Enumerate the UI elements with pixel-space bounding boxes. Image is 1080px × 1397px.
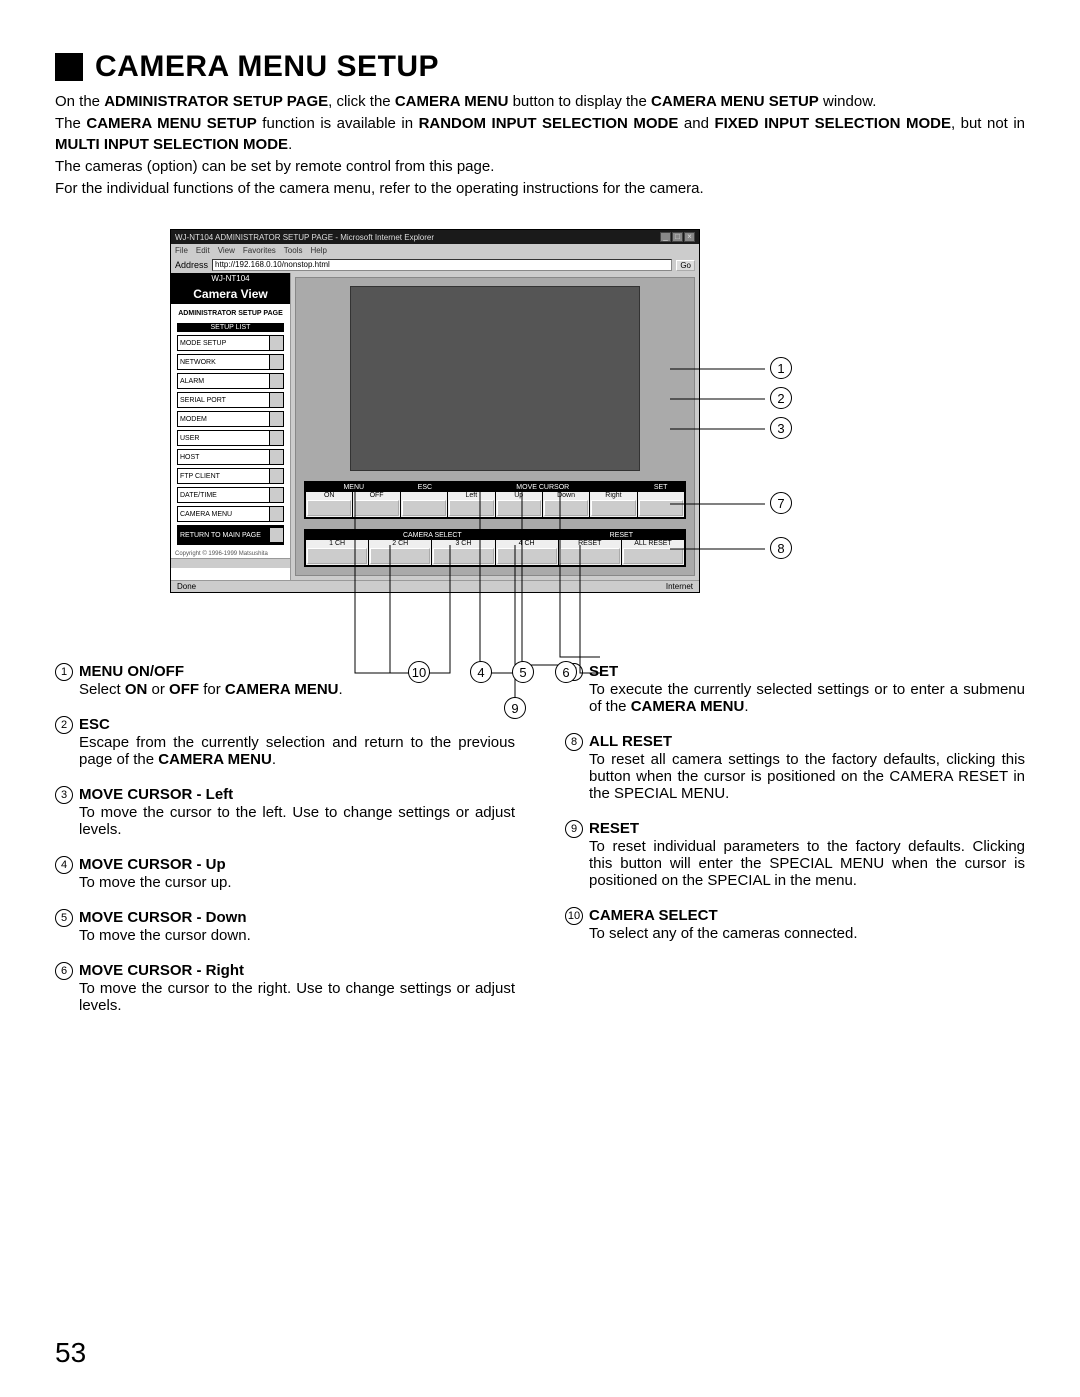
move-cursor-up-button[interactable] bbox=[497, 500, 541, 516]
status-zone: Internet bbox=[666, 582, 693, 591]
desc-item-2: 2ESC Escape from the currently selection… bbox=[55, 716, 515, 768]
menubar: File Edit View Favorites Tools Help bbox=[171, 244, 699, 257]
page-title: CAMERA MENU SETUP bbox=[95, 50, 439, 84]
desc-item-3: 3MOVE CURSOR - Left To move the cursor t… bbox=[55, 786, 515, 838]
desc-num-8: 8 bbox=[565, 733, 583, 751]
desc-num-9: 9 bbox=[565, 820, 583, 838]
menu-on-button[interactable] bbox=[307, 500, 351, 516]
sidebar-item-mode-setup[interactable]: MODE SETUP bbox=[177, 335, 284, 351]
menu-favorites[interactable]: Favorites bbox=[243, 246, 276, 255]
desc-col-left: 1MENU ON/OFF Select ON or OFF for CAMERA… bbox=[55, 663, 515, 1032]
camera-select-1-ch-button[interactable] bbox=[307, 548, 367, 564]
callout-7: 7 bbox=[770, 492, 792, 514]
window-controls: _□× bbox=[659, 232, 695, 242]
desc-item-5: 5MOVE CURSOR - Down To move the cursor d… bbox=[55, 909, 515, 944]
address-field[interactable]: http://192.168.0.10/nonstop.html bbox=[212, 259, 672, 271]
reset-all-reset-button[interactable] bbox=[623, 548, 683, 564]
desc-item-8: 8ALL RESET To reset all camera settings … bbox=[565, 733, 1025, 802]
screenshot: WJ-NT104 ADMINISTRATOR SETUP PAGE - Micr… bbox=[170, 229, 910, 593]
sidebar-item-alarm[interactable]: ALARM bbox=[177, 373, 284, 389]
desc-item-6: 6MOVE CURSOR - Right To move the cursor … bbox=[55, 962, 515, 1014]
desc-num-10: 10 bbox=[565, 907, 583, 925]
control-panel-2: CAMERA SELECTRESET 1 CH2 CH3 CH4 CHRESET… bbox=[304, 529, 686, 567]
callout-8: 8 bbox=[770, 537, 792, 559]
video-preview bbox=[350, 286, 640, 471]
sidebar-subtitle: ADMINISTRATOR SETUP PAGE bbox=[171, 304, 290, 323]
move-cursor-right-button[interactable] bbox=[591, 500, 635, 516]
callout-1: 1 bbox=[770, 357, 792, 379]
desc-item-10: 10CAMERA SELECT To select any of the cam… bbox=[565, 907, 1025, 942]
desc-item-7: 7SET To execute the currently selected s… bbox=[565, 663, 1025, 715]
sidebar-item-modem[interactable]: MODEM bbox=[177, 411, 284, 427]
desc-num-2: 2 bbox=[55, 716, 73, 734]
go-button[interactable]: Go bbox=[676, 260, 695, 271]
desc-item-9: 9RESET To reset individual parameters to… bbox=[565, 820, 1025, 889]
camera-select-4-ch-button[interactable] bbox=[497, 548, 557, 564]
browser-window: WJ-NT104 ADMINISTRATOR SETUP PAGE - Micr… bbox=[170, 229, 700, 593]
sidebar-item-user[interactable]: USER bbox=[177, 430, 284, 446]
sidebar-item-date-time[interactable]: DATE/TIME bbox=[177, 487, 284, 503]
desc-num-1: 1 bbox=[55, 663, 73, 681]
move-cursor-down-button[interactable] bbox=[544, 500, 588, 516]
sidebar-title: Camera View bbox=[171, 284, 290, 304]
sidebar-item-serial-port[interactable]: SERIAL PORT bbox=[177, 392, 284, 408]
callout-3: 3 bbox=[770, 417, 792, 439]
sidebar-item-host[interactable]: HOST bbox=[177, 449, 284, 465]
setup-list-header: SETUP LIST bbox=[177, 323, 284, 332]
window-title: WJ-NT104 ADMINISTRATOR SETUP PAGE - Micr… bbox=[175, 233, 434, 242]
menu-off-button[interactable] bbox=[354, 500, 398, 516]
desc-num-3: 3 bbox=[55, 786, 73, 804]
desc-item-4: 4MOVE CURSOR - Up To move the cursor up. bbox=[55, 856, 515, 891]
callout-2: 2 bbox=[770, 387, 792, 409]
reset-reset-button[interactable] bbox=[560, 548, 620, 564]
move-cursor-left-button[interactable] bbox=[449, 500, 493, 516]
intro-text: On the ADMINISTRATOR SETUP PAGE, click t… bbox=[55, 92, 1025, 199]
sidebar-item-network[interactable]: NETWORK bbox=[177, 354, 284, 370]
return-button[interactable]: RETURN TO MAIN PAGE bbox=[177, 525, 284, 545]
desc-col-right: 7SET To execute the currently selected s… bbox=[565, 663, 1025, 1032]
status-done: Done bbox=[177, 582, 196, 591]
menu-help[interactable]: Help bbox=[310, 246, 326, 255]
heading-bullet-icon bbox=[55, 53, 83, 81]
camera-select-2-ch-button[interactable] bbox=[370, 548, 430, 564]
desc-num-5: 5 bbox=[55, 909, 73, 927]
menu-edit[interactable]: Edit bbox=[196, 246, 210, 255]
sidebar-item-ftp-client[interactable]: FTP CLIENT bbox=[177, 468, 284, 484]
desc-num-4: 4 bbox=[55, 856, 73, 874]
menu-tools[interactable]: Tools bbox=[284, 246, 303, 255]
sidebar-logo: WJ-NT104 bbox=[171, 273, 290, 284]
desc-item-1: 1MENU ON/OFF Select ON or OFF for CAMERA… bbox=[55, 663, 515, 698]
set-btn-button[interactable] bbox=[639, 500, 683, 516]
page-number: 53 bbox=[55, 1337, 86, 1369]
menu-view[interactable]: View bbox=[218, 246, 235, 255]
menu-file[interactable]: File bbox=[175, 246, 188, 255]
desc-num-6: 6 bbox=[55, 962, 73, 980]
sidebar-copyright: Copyright © 1996-1999 Matsushita bbox=[171, 548, 290, 558]
camera-select-3-ch-button[interactable] bbox=[433, 548, 493, 564]
address-label: Address bbox=[175, 260, 208, 270]
sidebar-item-camera-menu[interactable]: CAMERA MENU bbox=[177, 506, 284, 522]
esc-btn-button[interactable] bbox=[402, 500, 446, 516]
control-panel-1: MENUESCMOVE CURSORSET ONOFFLeftUpDownRig… bbox=[304, 481, 686, 519]
